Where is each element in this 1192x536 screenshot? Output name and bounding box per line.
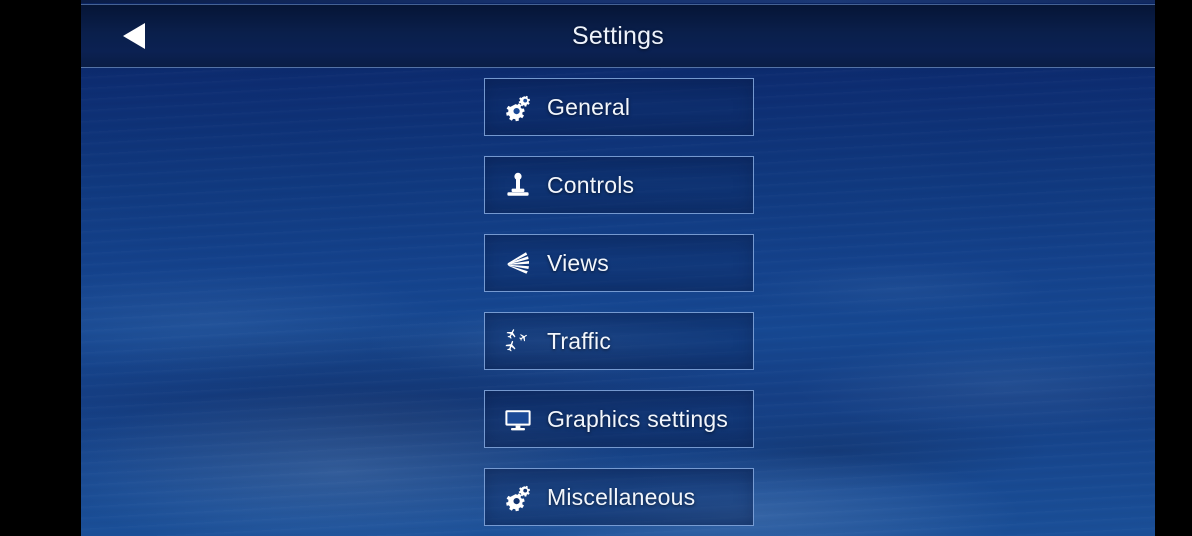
app-screen: Settings General Controls Views Traffic … bbox=[0, 0, 1192, 536]
joystick-icon bbox=[503, 170, 533, 200]
view-fan-icon bbox=[503, 248, 533, 278]
menu-item-label: Graphics settings bbox=[547, 405, 729, 432]
top-accent-line bbox=[81, 0, 1155, 3]
settings-menu: General Controls Views Traffic Graphics … bbox=[484, 78, 754, 526]
letterbox-left bbox=[0, 0, 81, 536]
game-viewport: Settings General Controls Views Traffic … bbox=[81, 0, 1155, 536]
menu-item-label: Traffic bbox=[547, 327, 612, 354]
menu-item-miscellaneous[interactable]: Miscellaneous bbox=[484, 468, 754, 526]
letterbox-right bbox=[1155, 0, 1192, 536]
back-arrow-icon bbox=[119, 19, 153, 53]
menu-item-label: Miscellaneous bbox=[547, 483, 696, 510]
gears-icon bbox=[503, 482, 533, 512]
menu-item-graphics-settings[interactable]: Graphics settings bbox=[484, 390, 754, 448]
gears-icon bbox=[503, 92, 533, 122]
menu-item-label: Controls bbox=[547, 171, 635, 198]
menu-item-controls[interactable]: Controls bbox=[484, 156, 754, 214]
back-button[interactable] bbox=[109, 13, 163, 59]
page-title: Settings bbox=[572, 21, 664, 50]
menu-item-general[interactable]: General bbox=[484, 78, 754, 136]
menu-item-views[interactable]: Views bbox=[484, 234, 754, 292]
menu-item-label: General bbox=[547, 93, 631, 120]
airplanes-icon bbox=[503, 326, 533, 356]
header-bar: Settings bbox=[81, 4, 1155, 68]
menu-item-label: Views bbox=[547, 249, 609, 276]
monitor-icon bbox=[503, 404, 533, 434]
menu-item-traffic[interactable]: Traffic bbox=[484, 312, 754, 370]
